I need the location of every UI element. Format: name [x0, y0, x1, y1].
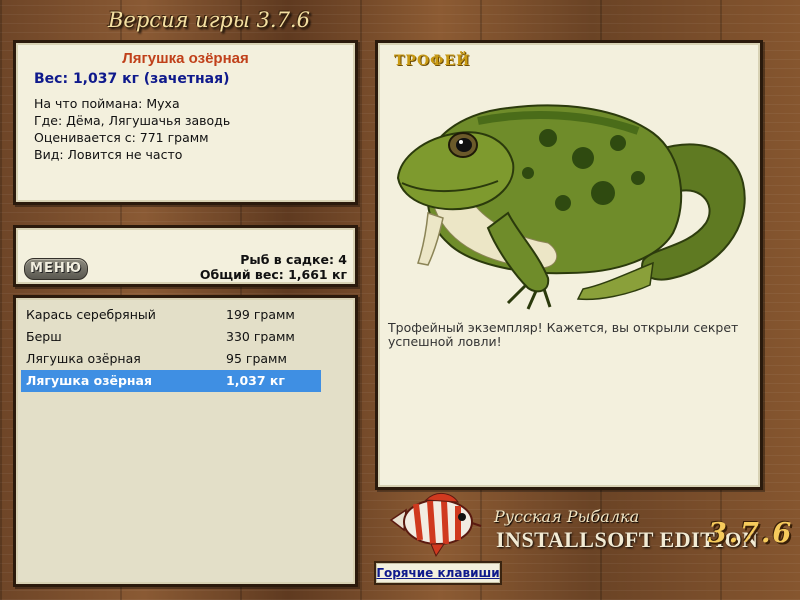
rarity-info: Вид: Ловится не часто [34, 147, 183, 162]
total-weight: Общий вес: 1,661 кг [199, 267, 347, 282]
list-item-name: Карась серебряный [26, 307, 156, 322]
catch-list: Карась серебряный 199 грамм Берш 330 гра… [13, 295, 358, 587]
frog-image [396, 104, 746, 310]
hotkeys-button[interactable]: Горячие клавиши [374, 561, 502, 585]
list-item[interactable]: Карась серебряный 199 грамм [21, 304, 321, 326]
list-item-weight: 1,037 кг [226, 373, 285, 388]
logo-version: 3.7.6 [708, 518, 794, 549]
list-item-name: Лягушка озёрная [26, 351, 141, 366]
list-item-weight: 330 грамм [226, 329, 295, 344]
trophy-message: Трофейный экземпляр! Кажется, вы открыли… [388, 320, 739, 349]
list-item-name: Берш [26, 329, 62, 344]
fish-info-panel: Лягушка озёрная Вес: 1,037 кг (зачетная)… [13, 40, 358, 205]
list-item-name: Лягушка озёрная [26, 373, 153, 388]
trophy-panel: ТРОФЕЙ Трофейный экземпляр! Кажется, вы … [375, 40, 763, 490]
list-item[interactable]: Берш 330 грамм [21, 326, 321, 348]
bait-info: На что поймана: Муха [34, 96, 180, 111]
threshold-info: Оценивается с: 771 грамм [34, 130, 209, 145]
list-item-selected[interactable]: Лягушка озёрная 1,037 кг [21, 370, 321, 392]
striped-fish-icon [389, 493, 482, 558]
menu-button[interactable]: МЕНЮ [24, 258, 88, 280]
version-title: Версия игры 3.7.6 [108, 8, 310, 32]
fish-count: Рыб в садке: 4 [240, 252, 347, 267]
net-status-panel: МЕНЮ Рыб в садке: 4 Общий вес: 1,661 кг [13, 225, 358, 287]
list-item-weight: 95 грамм [226, 351, 287, 366]
fish-name: Лягушка озёрная [122, 50, 249, 67]
list-item-weight: 199 грамм [226, 307, 295, 322]
location-info: Где: Дёма, Лягушачья заводь [34, 113, 231, 128]
list-item[interactable]: Лягушка озёрная 95 грамм [21, 348, 321, 370]
logo-title: Русская Рыбалка [494, 507, 640, 526]
fish-weight: Вес: 1,037 кг (зачетная) [34, 71, 230, 87]
